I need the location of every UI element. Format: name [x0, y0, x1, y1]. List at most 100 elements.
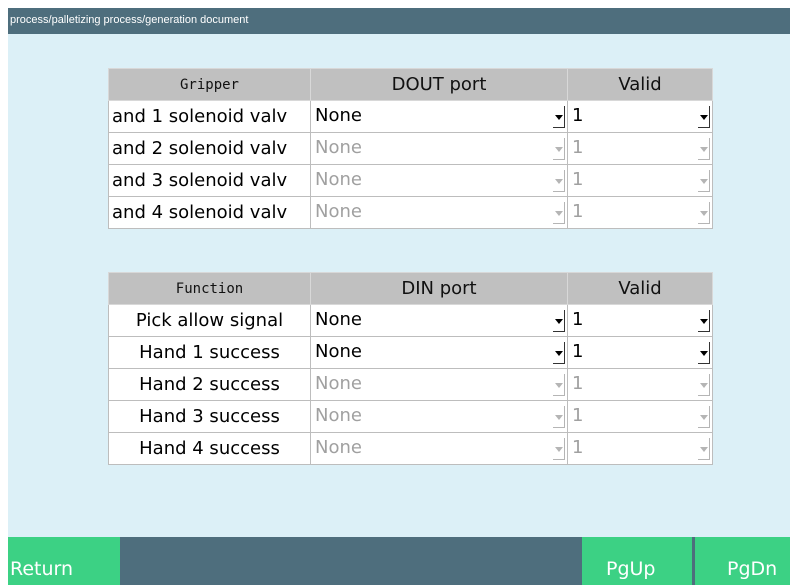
port-dropdown[interactable]: None — [311, 197, 567, 228]
port-cell: None — [310, 400, 568, 433]
row-label: and 2 solenoid valv — [108, 132, 311, 165]
chevron-down-icon[interactable] — [553, 342, 565, 364]
palletizing-io-screen: process/palletizing process/generation d… — [0, 0, 790, 585]
valid-value: 1 — [572, 373, 584, 394]
port-value: None — [315, 437, 362, 458]
valid-dropdown[interactable]: 1 — [568, 433, 712, 464]
valid-value: 1 — [572, 405, 584, 426]
return-button[interactable]: Return — [8, 537, 120, 585]
row-label: and 1 solenoid valv — [108, 100, 311, 133]
valid-header: Valid — [567, 68, 713, 101]
port-value: None — [315, 341, 362, 362]
chevron-down-icon[interactable] — [698, 170, 710, 192]
valid-dropdown[interactable]: 1 — [568, 369, 712, 400]
title-bar: process/palletizing process/generation d… — [8, 8, 790, 34]
port-cell: None — [310, 132, 568, 165]
valid-dropdown[interactable]: 1 — [568, 337, 712, 368]
row-label: Pick allow signal — [108, 304, 311, 337]
port-dropdown[interactable]: None — [311, 337, 567, 368]
port-cell: None — [310, 196, 568, 229]
port-value: None — [315, 201, 362, 222]
valid-value: 1 — [572, 201, 584, 222]
gripper-row: and 1 solenoid valv None 1 — [108, 100, 713, 133]
valid-value: 1 — [572, 169, 584, 190]
function-header: Function — [108, 272, 311, 305]
page-up-button[interactable]: PgUp — [582, 537, 692, 585]
port-cell: None — [310, 164, 568, 197]
page-down-button-label: PgDn — [727, 558, 778, 580]
valid-dropdown[interactable]: 1 — [568, 133, 712, 164]
chevron-down-icon[interactable] — [553, 374, 565, 396]
port-value: None — [315, 309, 362, 330]
chevron-down-icon[interactable] — [698, 202, 710, 224]
title-path: process/palletizing process/generation d… — [10, 14, 249, 26]
function-row: Hand 4 success None 1 — [108, 432, 713, 465]
chevron-down-icon[interactable] — [553, 138, 565, 160]
chevron-down-icon[interactable] — [553, 406, 565, 428]
port-cell: None — [310, 336, 568, 369]
chevron-down-icon[interactable] — [553, 438, 565, 460]
valid-cell: 1 — [567, 196, 713, 229]
port-value: None — [315, 169, 362, 190]
port-dropdown[interactable]: None — [311, 369, 567, 400]
port-cell: None — [310, 100, 568, 133]
port-dropdown[interactable]: None — [311, 165, 567, 196]
chevron-down-icon[interactable] — [698, 374, 710, 396]
function-row: Hand 1 success None 1 — [108, 336, 713, 369]
gripper-row: and 3 solenoid valv None 1 — [108, 164, 713, 197]
row-label: and 3 solenoid valv — [108, 164, 311, 197]
row-label: Hand 4 success — [108, 432, 311, 465]
valid-value: 1 — [572, 437, 584, 458]
port-cell: None — [310, 432, 568, 465]
function-table: Function DIN port Valid Pick allow signa… — [108, 272, 713, 465]
return-button-label: Return — [10, 558, 74, 580]
valid-cell: 1 — [567, 304, 713, 337]
page-up-button-label: PgUp — [606, 558, 656, 580]
function-table-body: Pick allow signal None 1 Hand 1 success None… — [108, 304, 713, 465]
gripper-table-body: and 1 solenoid valv None 1 and 2 solenoid v… — [108, 100, 713, 229]
chevron-down-icon[interactable] — [553, 170, 565, 192]
chevron-down-icon[interactable] — [698, 438, 710, 460]
valid-value: 1 — [572, 309, 584, 330]
chevron-down-icon[interactable] — [698, 342, 710, 364]
valid-cell: 1 — [567, 100, 713, 133]
chevron-down-icon[interactable] — [698, 310, 710, 332]
function-row: Hand 2 success None 1 — [108, 368, 713, 401]
chevron-down-icon[interactable] — [553, 106, 565, 128]
valid-cell: 1 — [567, 368, 713, 401]
valid-dropdown[interactable]: 1 — [568, 101, 712, 132]
function-row: Pick allow signal None 1 — [108, 304, 713, 337]
function-row: Hand 3 success None 1 — [108, 400, 713, 433]
valid-cell: 1 — [567, 132, 713, 165]
chevron-down-icon[interactable] — [553, 310, 565, 332]
chevron-down-icon[interactable] — [698, 406, 710, 428]
valid-header: Valid — [567, 272, 713, 305]
port-value: None — [315, 137, 362, 158]
row-label: Hand 3 success — [108, 400, 311, 433]
page-down-button[interactable]: PgDn — [695, 537, 790, 585]
port-value: None — [315, 373, 362, 394]
gripper-table: Gripper DOUT port Valid and 1 solenoid v… — [108, 68, 713, 229]
gripper-row: and 4 solenoid valv None 1 — [108, 196, 713, 229]
valid-dropdown[interactable]: 1 — [568, 165, 712, 196]
chevron-down-icon[interactable] — [698, 138, 710, 160]
dout-port-header: DOUT port — [310, 68, 568, 101]
port-dropdown[interactable]: None — [311, 305, 567, 336]
valid-value: 1 — [572, 341, 584, 362]
valid-cell: 1 — [567, 432, 713, 465]
valid-cell: 1 — [567, 164, 713, 197]
chevron-down-icon[interactable] — [698, 106, 710, 128]
port-cell: None — [310, 304, 568, 337]
valid-cell: 1 — [567, 336, 713, 369]
port-dropdown[interactable]: None — [311, 101, 567, 132]
content-area: Gripper DOUT port Valid and 1 solenoid v… — [8, 34, 790, 537]
port-cell: None — [310, 368, 568, 401]
valid-dropdown[interactable]: 1 — [568, 401, 712, 432]
port-dropdown[interactable]: None — [311, 433, 567, 464]
port-dropdown[interactable]: None — [311, 133, 567, 164]
gripper-header: Gripper — [108, 68, 311, 101]
valid-dropdown[interactable]: 1 — [568, 197, 712, 228]
chevron-down-icon[interactable] — [553, 202, 565, 224]
port-dropdown[interactable]: None — [311, 401, 567, 432]
valid-dropdown[interactable]: 1 — [568, 305, 712, 336]
